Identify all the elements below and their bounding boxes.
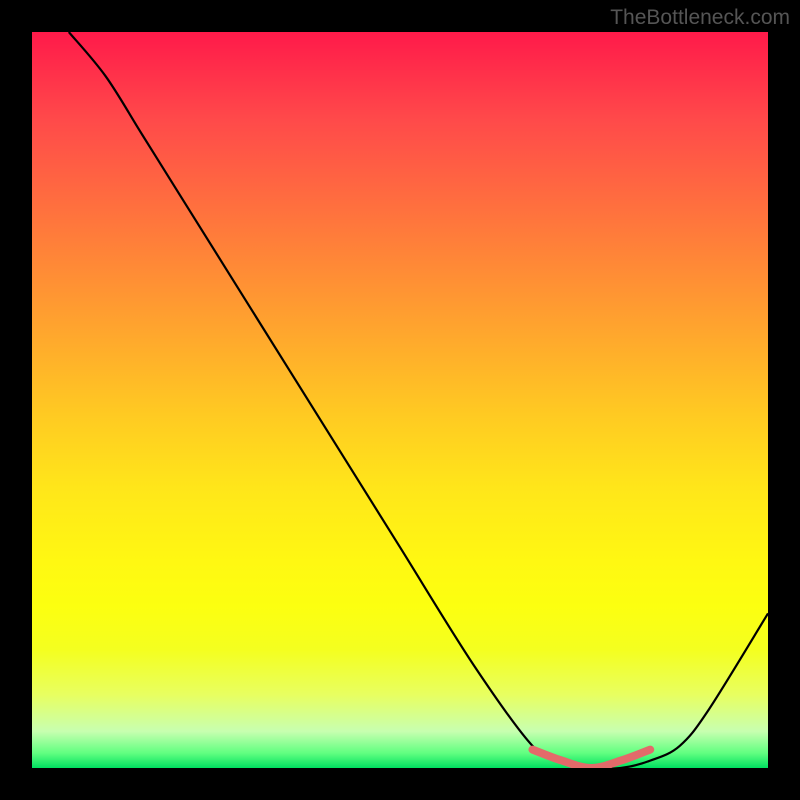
chart-svg bbox=[32, 32, 768, 768]
plot-area bbox=[32, 32, 768, 768]
chart-container: TheBottleneck.com bbox=[0, 0, 800, 800]
main-curve-path bbox=[69, 32, 768, 768]
watermark-text: TheBottleneck.com bbox=[610, 6, 790, 30]
